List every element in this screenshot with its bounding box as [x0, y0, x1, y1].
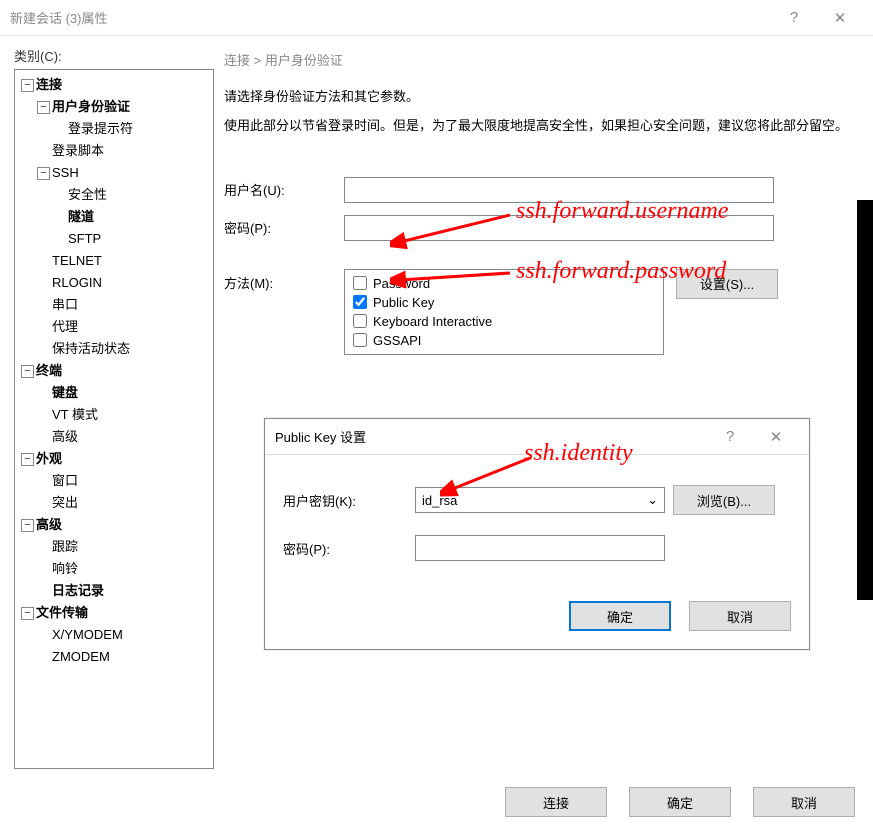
cancel-button[interactable]: 取消: [753, 787, 855, 817]
tree-trace[interactable]: 跟踪: [52, 536, 78, 558]
tree-twisty-icon[interactable]: −: [21, 365, 34, 378]
window-title: 新建会话 (3)属性: [10, 8, 771, 27]
tree-ssh[interactable]: SSH: [52, 162, 79, 184]
method-publickey-checkbox[interactable]: [353, 295, 367, 309]
background-strip: [857, 200, 873, 600]
tree-security[interactable]: 安全性: [68, 184, 107, 206]
dialog-help-button[interactable]: ?: [707, 419, 753, 455]
tree-popout[interactable]: 突出: [52, 492, 78, 514]
username-label: 用户名(U):: [224, 180, 344, 199]
username-input[interactable]: [344, 177, 774, 203]
tree-twisty-icon[interactable]: −: [21, 79, 34, 92]
dialog-ok-button[interactable]: 确定: [569, 601, 671, 631]
browse-button[interactable]: 浏览(B)...: [673, 485, 775, 515]
tree-window[interactable]: 窗口: [52, 470, 78, 492]
tree-vtmode[interactable]: VT 模式: [52, 404, 98, 426]
tree-rlogin[interactable]: RLOGIN: [52, 272, 102, 294]
tree-userauth[interactable]: 用户身份验证: [52, 96, 130, 118]
settings-button[interactable]: 设置(S)...: [676, 269, 778, 299]
tree-twisty-icon[interactable]: −: [21, 607, 34, 620]
method-label: 方法(M):: [224, 269, 344, 292]
category-tree[interactable]: −连接 −用户身份验证 登录提示符 登录脚本 −SSH 安全性: [14, 69, 214, 769]
tree-zmodem[interactable]: ZMODEM: [52, 646, 110, 668]
method-publickey[interactable]: Public Key: [345, 293, 663, 312]
tree-advanced[interactable]: 高级: [36, 514, 62, 536]
userkey-combobox[interactable]: id_rsa ⌄: [415, 487, 665, 513]
chevron-down-icon: ⌄: [647, 492, 658, 508]
breadcrumb: 连接 > 用户身份验证: [224, 50, 859, 69]
method-password[interactable]: Password: [345, 274, 663, 293]
desc-line2: 使用此部分以节省登录时间。但是，为了最大限度地提高安全性，如果担心安全问题，建议…: [224, 116, 859, 137]
dialog-title: Public Key 设置: [275, 427, 707, 446]
tree-appearance[interactable]: 外观: [36, 448, 62, 470]
method-keyboard[interactable]: Keyboard Interactive: [345, 312, 663, 331]
tree-twisty-icon[interactable]: −: [37, 167, 50, 180]
tree-keepalive[interactable]: 保持活动状态: [52, 338, 130, 360]
tree-loginprompt[interactable]: 登录提示符: [68, 118, 133, 140]
tree-advanced-term[interactable]: 高级: [52, 426, 78, 448]
tree-connection[interactable]: 连接: [36, 74, 62, 96]
method-gssapi-checkbox[interactable]: [353, 333, 367, 347]
dialog-password-input[interactable]: [415, 535, 665, 561]
userkey-value: id_rsa: [422, 493, 457, 508]
method-keyboard-checkbox[interactable]: [353, 314, 367, 328]
tree-bell[interactable]: 响铃: [52, 558, 78, 580]
category-label: 类别(C):: [14, 46, 62, 65]
tree-proxy[interactable]: 代理: [52, 316, 78, 338]
tree-telnet[interactable]: TELNET: [52, 250, 102, 272]
desc-line1: 请选择身份验证方法和其它参数。: [224, 87, 859, 108]
tree-logging[interactable]: 日志记录: [52, 580, 104, 602]
password-input[interactable]: [344, 215, 774, 241]
connect-button[interactable]: 连接: [505, 787, 607, 817]
tree-keyboard[interactable]: 键盘: [52, 382, 78, 404]
window-titlebar: 新建会话 (3)属性 ? ✕: [0, 0, 873, 36]
tree-terminal[interactable]: 终端: [36, 360, 62, 382]
dialog-close-button[interactable]: ✕: [753, 419, 799, 455]
userkey-label: 用户密钥(K):: [283, 491, 415, 510]
dialog-password-label: 密码(P):: [283, 539, 415, 558]
tree-filetransfer[interactable]: 文件传输: [36, 602, 88, 624]
publickey-dialog: Public Key 设置 ? ✕ 用户密钥(K): id_rsa ⌄ 浏览(B…: [264, 418, 810, 650]
tree-twisty-icon[interactable]: −: [21, 453, 34, 466]
tree-sftp[interactable]: SFTP: [68, 228, 101, 250]
tree-tunnel[interactable]: 隧道: [68, 206, 94, 228]
tree-twisty-icon[interactable]: −: [21, 519, 34, 532]
close-button[interactable]: ✕: [817, 0, 863, 36]
dialog-cancel-button[interactable]: 取消: [689, 601, 791, 631]
methods-list[interactable]: Password Public Key Keyboard Interactive…: [344, 269, 664, 355]
tree-xymodem[interactable]: X/YMODEM: [52, 624, 123, 646]
tree-serial[interactable]: 串口: [52, 294, 78, 316]
tree-loginscript[interactable]: 登录脚本: [52, 140, 104, 162]
help-button[interactable]: ?: [771, 0, 817, 36]
password-label: 密码(P):: [224, 218, 344, 237]
tree-twisty-icon[interactable]: −: [37, 101, 50, 114]
method-password-checkbox[interactable]: [353, 276, 367, 290]
ok-button[interactable]: 确定: [629, 787, 731, 817]
method-gssapi[interactable]: GSSAPI: [345, 331, 663, 350]
